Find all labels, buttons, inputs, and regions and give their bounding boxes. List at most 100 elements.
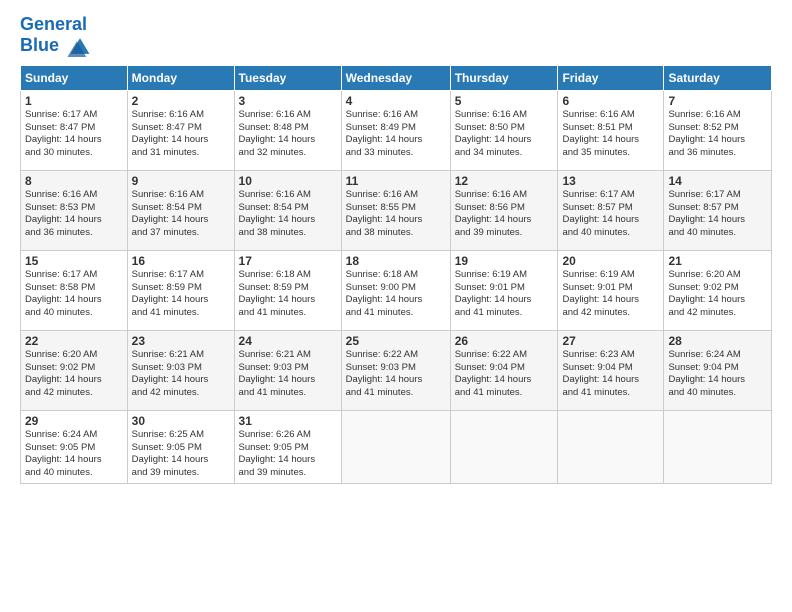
calendar-cell: 22Sunrise: 6:20 AMSunset: 9:02 PMDayligh… <box>21 330 128 410</box>
calendar-cell: 12Sunrise: 6:16 AMSunset: 8:56 PMDayligh… <box>450 170 558 250</box>
day-number: 12 <box>455 174 554 188</box>
day-number: 27 <box>562 334 659 348</box>
day-number: 14 <box>668 174 767 188</box>
day-info: Sunrise: 6:22 AMSunset: 9:03 PMDaylight:… <box>346 349 446 400</box>
day-info: Sunrise: 6:20 AMSunset: 9:02 PMDaylight:… <box>25 349 123 400</box>
calendar-cell: 30Sunrise: 6:25 AMSunset: 9:05 PMDayligh… <box>127 410 234 483</box>
day-number: 7 <box>668 94 767 108</box>
day-number: 18 <box>346 254 446 268</box>
day-number: 24 <box>239 334 337 348</box>
day-number: 25 <box>346 334 446 348</box>
day-number: 22 <box>25 334 123 348</box>
day-info: Sunrise: 6:19 AMSunset: 9:01 PMDaylight:… <box>455 269 554 320</box>
day-info: Sunrise: 6:21 AMSunset: 9:03 PMDaylight:… <box>239 349 337 400</box>
calendar-cell: 25Sunrise: 6:22 AMSunset: 9:03 PMDayligh… <box>341 330 450 410</box>
calendar-cell: 21Sunrise: 6:20 AMSunset: 9:02 PMDayligh… <box>664 250 772 330</box>
day-number: 26 <box>455 334 554 348</box>
day-number: 28 <box>668 334 767 348</box>
calendar-cell: 23Sunrise: 6:21 AMSunset: 9:03 PMDayligh… <box>127 330 234 410</box>
calendar-cell: 27Sunrise: 6:23 AMSunset: 9:04 PMDayligh… <box>558 330 664 410</box>
calendar-cell: 7Sunrise: 6:16 AMSunset: 8:52 PMDaylight… <box>664 90 772 170</box>
day-number: 29 <box>25 414 123 428</box>
calendar-cell: 3Sunrise: 6:16 AMSunset: 8:48 PMDaylight… <box>234 90 341 170</box>
weekday-header-thursday: Thursday <box>450 65 558 90</box>
calendar-cell: 15Sunrise: 6:17 AMSunset: 8:58 PMDayligh… <box>21 250 128 330</box>
day-number: 1 <box>25 94 123 108</box>
day-number: 20 <box>562 254 659 268</box>
day-info: Sunrise: 6:17 AMSunset: 8:47 PMDaylight:… <box>25 109 123 160</box>
day-number: 4 <box>346 94 446 108</box>
calendar-cell: 11Sunrise: 6:16 AMSunset: 8:55 PMDayligh… <box>341 170 450 250</box>
day-info: Sunrise: 6:16 AMSunset: 8:54 PMDaylight:… <box>239 189 337 240</box>
day-number: 2 <box>132 94 230 108</box>
day-number: 16 <box>132 254 230 268</box>
calendar-cell: 5Sunrise: 6:16 AMSunset: 8:50 PMDaylight… <box>450 90 558 170</box>
day-number: 17 <box>239 254 337 268</box>
day-info: Sunrise: 6:21 AMSunset: 9:03 PMDaylight:… <box>132 349 230 400</box>
day-info: Sunrise: 6:16 AMSunset: 8:48 PMDaylight:… <box>239 109 337 160</box>
calendar-cell: 24Sunrise: 6:21 AMSunset: 9:03 PMDayligh… <box>234 330 341 410</box>
logo-text: General <box>20 15 94 35</box>
day-info: Sunrise: 6:16 AMSunset: 8:53 PMDaylight:… <box>25 189 123 240</box>
day-info: Sunrise: 6:22 AMSunset: 9:04 PMDaylight:… <box>455 349 554 400</box>
day-number: 5 <box>455 94 554 108</box>
calendar-cell: 14Sunrise: 6:17 AMSunset: 8:57 PMDayligh… <box>664 170 772 250</box>
calendar-cell: 18Sunrise: 6:18 AMSunset: 9:00 PMDayligh… <box>341 250 450 330</box>
calendar-cell: 10Sunrise: 6:16 AMSunset: 8:54 PMDayligh… <box>234 170 341 250</box>
day-info: Sunrise: 6:16 AMSunset: 8:50 PMDaylight:… <box>455 109 554 160</box>
header: General Blue <box>20 15 772 57</box>
calendar-table: SundayMondayTuesdayWednesdayThursdayFrid… <box>20 65 772 484</box>
weekday-header-friday: Friday <box>558 65 664 90</box>
weekday-header-tuesday: Tuesday <box>234 65 341 90</box>
calendar-cell: 28Sunrise: 6:24 AMSunset: 9:04 PMDayligh… <box>664 330 772 410</box>
calendar-cell: 4Sunrise: 6:16 AMSunset: 8:49 PMDaylight… <box>341 90 450 170</box>
calendar-cell: 9Sunrise: 6:16 AMSunset: 8:54 PMDaylight… <box>127 170 234 250</box>
calendar-cell: 2Sunrise: 6:16 AMSunset: 8:47 PMDaylight… <box>127 90 234 170</box>
day-number: 21 <box>668 254 767 268</box>
day-info: Sunrise: 6:16 AMSunset: 8:49 PMDaylight:… <box>346 109 446 160</box>
day-info: Sunrise: 6:17 AMSunset: 8:57 PMDaylight:… <box>668 189 767 240</box>
day-info: Sunrise: 6:16 AMSunset: 8:55 PMDaylight:… <box>346 189 446 240</box>
day-info: Sunrise: 6:16 AMSunset: 8:56 PMDaylight:… <box>455 189 554 240</box>
day-number: 10 <box>239 174 337 188</box>
day-number: 13 <box>562 174 659 188</box>
calendar-cell <box>341 410 450 483</box>
calendar-cell: 20Sunrise: 6:19 AMSunset: 9:01 PMDayligh… <box>558 250 664 330</box>
calendar-cell: 16Sunrise: 6:17 AMSunset: 8:59 PMDayligh… <box>127 250 234 330</box>
day-number: 23 <box>132 334 230 348</box>
calendar-cell <box>558 410 664 483</box>
calendar-cell: 1Sunrise: 6:17 AMSunset: 8:47 PMDaylight… <box>21 90 128 170</box>
day-info: Sunrise: 6:19 AMSunset: 9:01 PMDaylight:… <box>562 269 659 320</box>
day-info: Sunrise: 6:17 AMSunset: 8:59 PMDaylight:… <box>132 269 230 320</box>
day-info: Sunrise: 6:16 AMSunset: 8:52 PMDaylight:… <box>668 109 767 160</box>
day-number: 30 <box>132 414 230 428</box>
calendar-cell: 13Sunrise: 6:17 AMSunset: 8:57 PMDayligh… <box>558 170 664 250</box>
day-info: Sunrise: 6:24 AMSunset: 9:04 PMDaylight:… <box>668 349 767 400</box>
calendar-cell <box>450 410 558 483</box>
day-number: 3 <box>239 94 337 108</box>
day-info: Sunrise: 6:18 AMSunset: 8:59 PMDaylight:… <box>239 269 337 320</box>
day-number: 6 <box>562 94 659 108</box>
day-info: Sunrise: 6:17 AMSunset: 8:57 PMDaylight:… <box>562 189 659 240</box>
weekday-header-wednesday: Wednesday <box>341 65 450 90</box>
day-number: 11 <box>346 174 446 188</box>
day-info: Sunrise: 6:25 AMSunset: 9:05 PMDaylight:… <box>132 429 230 480</box>
logo-text2: Blue <box>20 35 94 57</box>
weekday-header-monday: Monday <box>127 65 234 90</box>
day-info: Sunrise: 6:20 AMSunset: 9:02 PMDaylight:… <box>668 269 767 320</box>
calendar-cell <box>664 410 772 483</box>
weekday-header-sunday: Sunday <box>21 65 128 90</box>
calendar-cell: 26Sunrise: 6:22 AMSunset: 9:04 PMDayligh… <box>450 330 558 410</box>
day-info: Sunrise: 6:18 AMSunset: 9:00 PMDaylight:… <box>346 269 446 320</box>
calendar-cell: 17Sunrise: 6:18 AMSunset: 8:59 PMDayligh… <box>234 250 341 330</box>
day-info: Sunrise: 6:16 AMSunset: 8:47 PMDaylight:… <box>132 109 230 160</box>
day-number: 8 <box>25 174 123 188</box>
calendar-cell: 6Sunrise: 6:16 AMSunset: 8:51 PMDaylight… <box>558 90 664 170</box>
day-info: Sunrise: 6:26 AMSunset: 9:05 PMDaylight:… <box>239 429 337 480</box>
calendar-cell: 29Sunrise: 6:24 AMSunset: 9:05 PMDayligh… <box>21 410 128 483</box>
weekday-header-saturday: Saturday <box>664 65 772 90</box>
day-info: Sunrise: 6:17 AMSunset: 8:58 PMDaylight:… <box>25 269 123 320</box>
day-info: Sunrise: 6:16 AMSunset: 8:54 PMDaylight:… <box>132 189 230 240</box>
calendar-cell: 19Sunrise: 6:19 AMSunset: 9:01 PMDayligh… <box>450 250 558 330</box>
day-number: 31 <box>239 414 337 428</box>
